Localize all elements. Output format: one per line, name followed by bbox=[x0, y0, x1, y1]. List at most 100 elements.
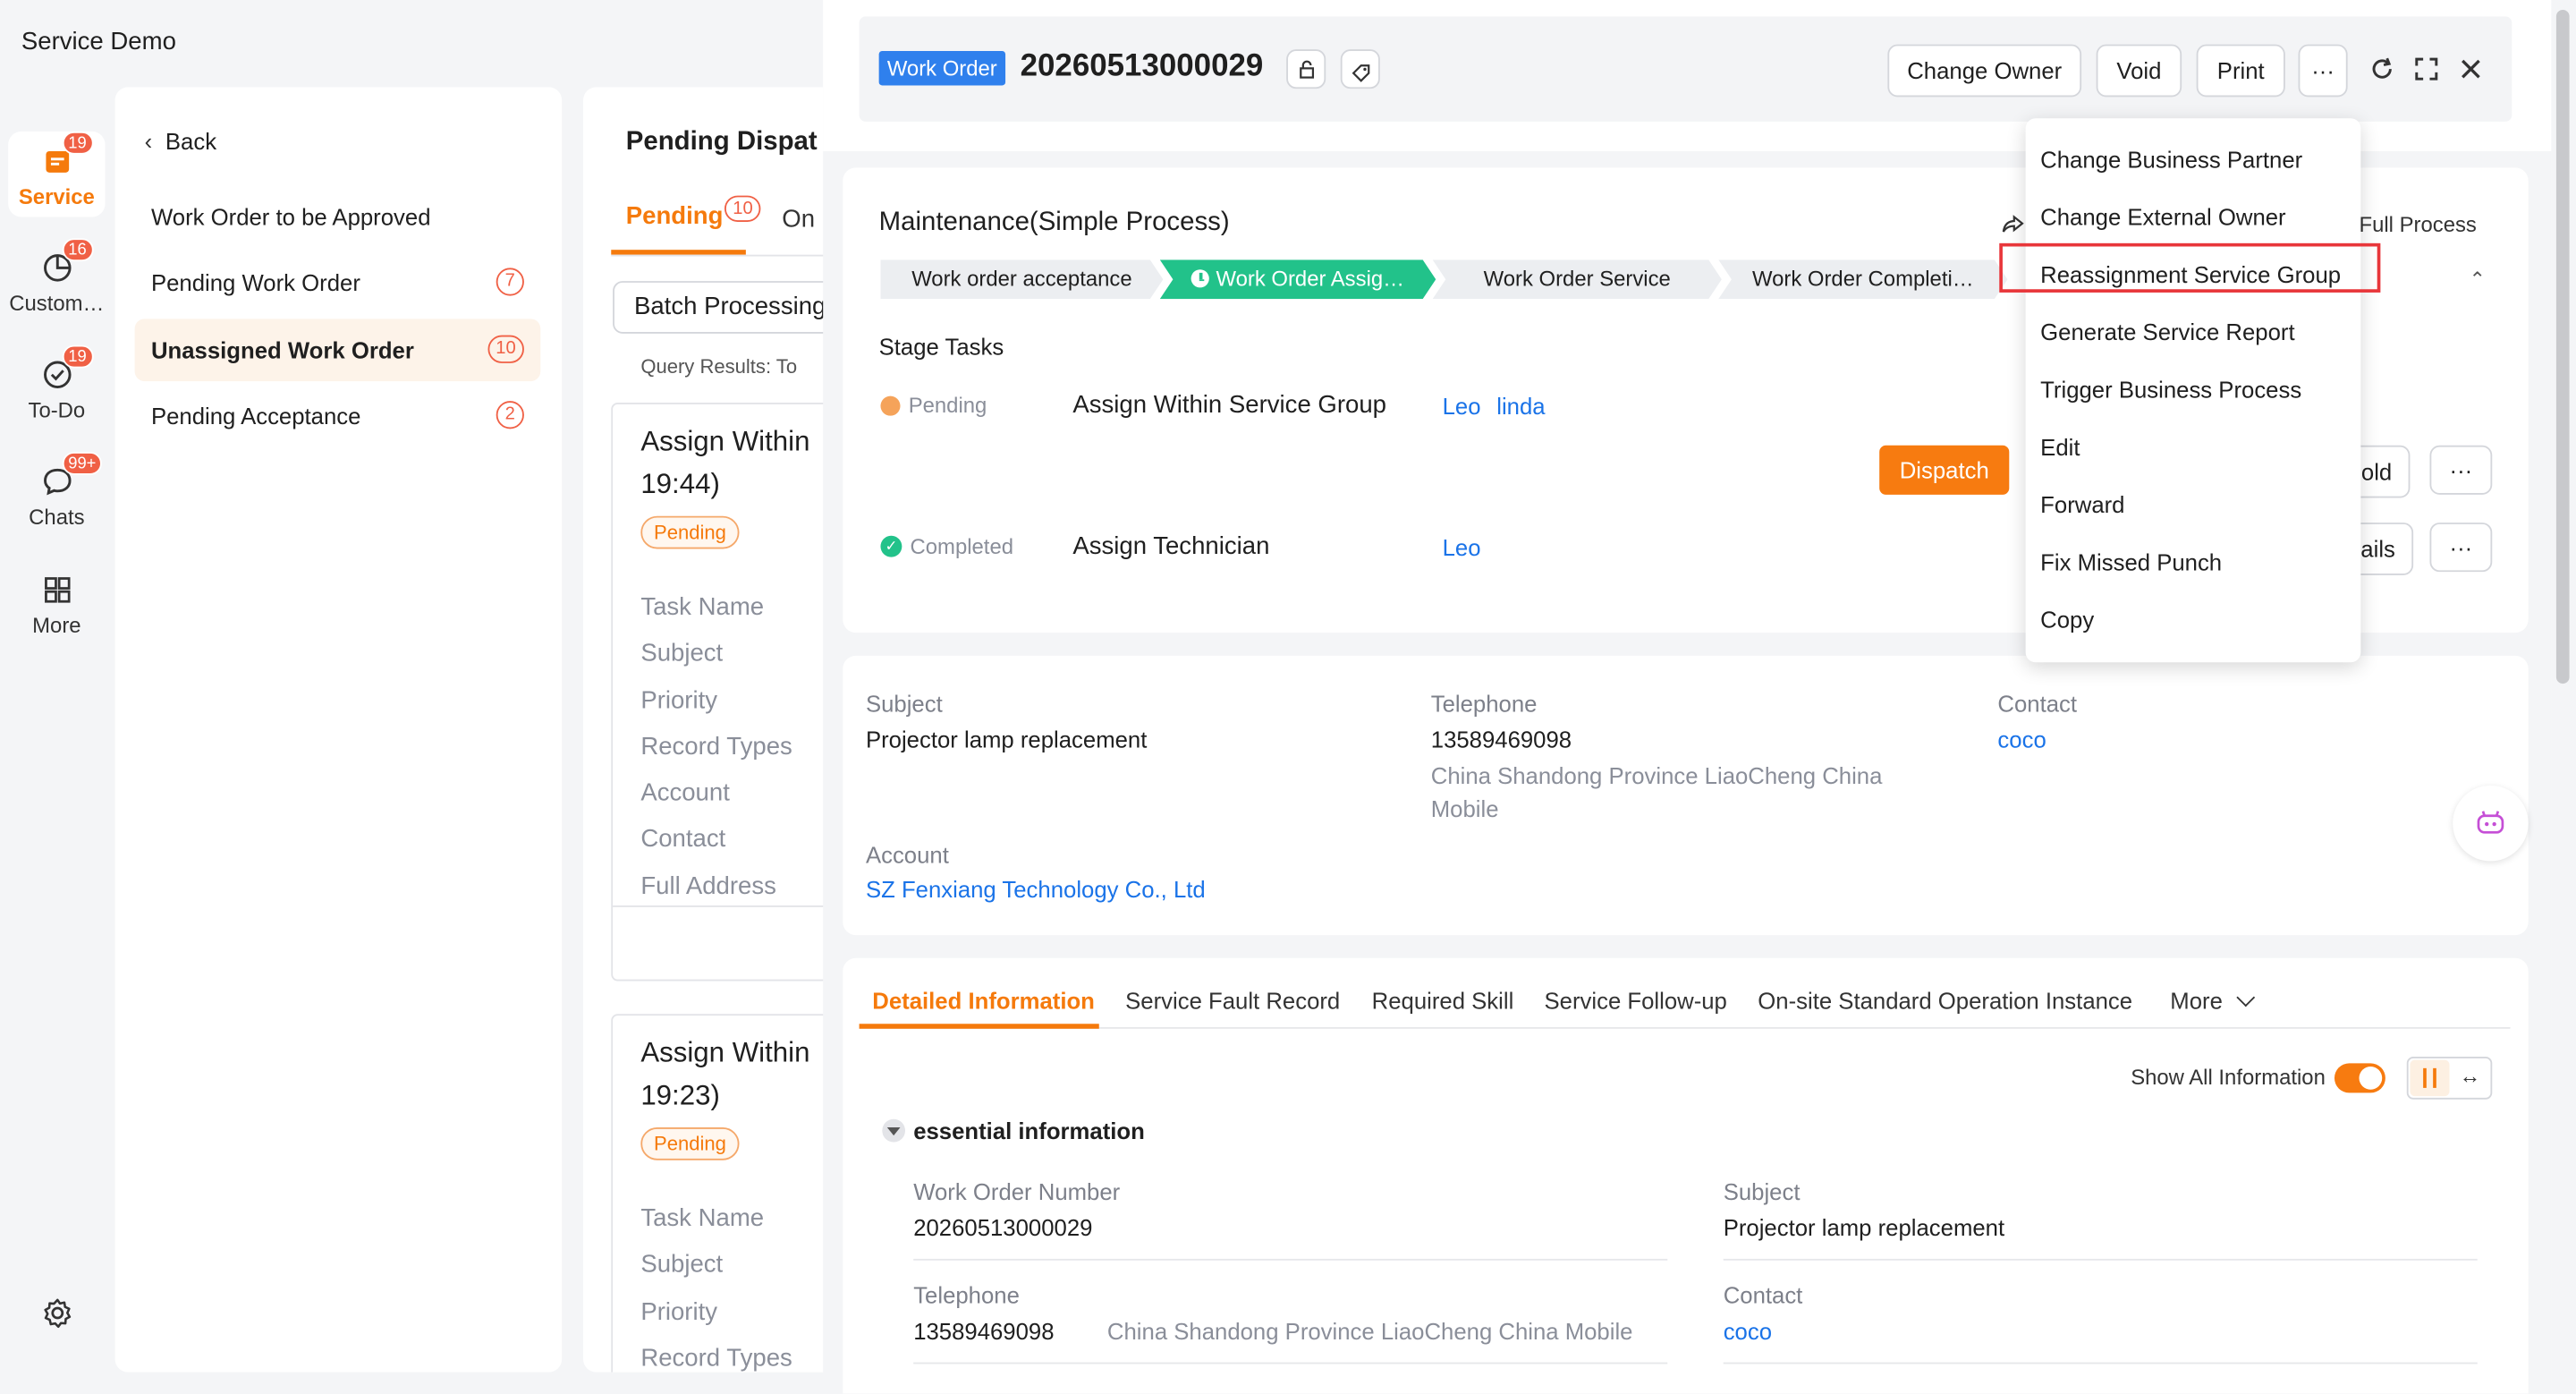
refresh-icon[interactable] bbox=[2369, 55, 2395, 81]
show-all-label: Show All Information bbox=[2131, 1065, 2326, 1090]
tab-pending-label: Pending bbox=[625, 201, 724, 231]
task-more-button[interactable]: ··· bbox=[2429, 523, 2493, 573]
share-icon[interactable] bbox=[2001, 212, 2024, 235]
settings-gear-icon[interactable] bbox=[41, 1296, 74, 1330]
rail-label: Chats bbox=[29, 504, 85, 530]
more-actions-button[interactable]: ··· bbox=[2298, 44, 2348, 98]
task-name: Assign Technician bbox=[1072, 532, 1270, 561]
list-card[interactable]: Assign Within 19:23) Pending Task Name Sub… bbox=[611, 1014, 846, 1373]
stage-tasks-label: Stage Tasks bbox=[878, 333, 1004, 361]
task-user-link[interactable]: linda bbox=[1496, 393, 1545, 419]
tab-other[interactable]: On bbox=[782, 206, 815, 234]
rail-item-custom[interactable]: 16 Custom… bbox=[0, 238, 114, 316]
rail-item-more[interactable]: More bbox=[0, 574, 114, 638]
list-card[interactable]: Assign Within 19:44) Pending Task Name Sub… bbox=[611, 402, 846, 982]
stage-acceptance[interactable]: Work order acceptance bbox=[880, 259, 1163, 299]
work-order-number: 20260513000029 bbox=[1020, 49, 1264, 84]
lock-icon[interactable] bbox=[1286, 49, 1326, 89]
details-tel-value: 13589469098 bbox=[913, 1318, 1055, 1345]
nav-item-pending-acceptance[interactable]: Pending Acceptance 2 bbox=[135, 385, 541, 447]
tab-pending-count: 10 bbox=[724, 195, 761, 222]
tab-active-underline bbox=[859, 1024, 1099, 1029]
show-all-toggle[interactable] bbox=[2334, 1063, 2385, 1093]
tab-service-fault-record[interactable]: Service Fault Record bbox=[1125, 988, 1340, 1014]
batch-processing-button[interactable]: Batch Processing bbox=[613, 281, 846, 334]
status-badge: Pending bbox=[640, 515, 740, 549]
close-icon[interactable] bbox=[2458, 55, 2484, 81]
rail-item-chats[interactable]: 99+ Chats bbox=[0, 452, 114, 530]
change-owner-button[interactable]: Change Owner bbox=[1887, 44, 2082, 98]
card-title: Assign Within 19:44) bbox=[640, 425, 810, 500]
details-subject-label: Subject bbox=[1723, 1177, 1801, 1205]
menu-trigger-business-process[interactable]: Trigger Business Process bbox=[2040, 377, 2301, 403]
nav-item-pending-work-order[interactable]: Pending Work Order 7 bbox=[135, 251, 541, 314]
menu-copy[interactable]: Copy bbox=[2040, 607, 2094, 633]
collapse-section-icon[interactable] bbox=[882, 1118, 906, 1143]
rail-label: More bbox=[32, 613, 81, 638]
full-process-link[interactable]: Full Process bbox=[2360, 212, 2477, 237]
nav-item-label: Unassigned Work Order bbox=[150, 336, 414, 363]
rail-badge: 19 bbox=[61, 344, 94, 369]
stage-assignment[interactable]: Work Order Assig… bbox=[1160, 259, 1436, 299]
tag-icon[interactable] bbox=[1340, 49, 1380, 89]
rail-item-todo[interactable]: 19 To-Do bbox=[0, 344, 114, 422]
layout-switch[interactable]: ↔ bbox=[2406, 1056, 2493, 1100]
tab-detailed-information[interactable]: Detailed Information bbox=[872, 988, 1095, 1014]
nav-panel: ‹ Back Work Order to be Approved Pending… bbox=[114, 87, 563, 1373]
subject-label: Subject bbox=[865, 690, 943, 717]
details-subject-value: Projector lamp replacement bbox=[1723, 1214, 2005, 1241]
menu-change-business-partner[interactable]: Change Business Partner bbox=[2040, 146, 2302, 172]
rail-item-service[interactable]: 19 Service bbox=[0, 131, 114, 208]
task-user-link[interactable]: Leo bbox=[1443, 534, 1481, 560]
clock-icon bbox=[1191, 269, 1209, 287]
stage-service[interactable]: Work Order Service bbox=[1433, 259, 1722, 299]
section-title: essential information bbox=[913, 1117, 1145, 1144]
wo-number-value: 20260513000029 bbox=[913, 1214, 1093, 1241]
check-circle-icon: 19 bbox=[40, 344, 94, 391]
nav-item-count: 7 bbox=[496, 268, 524, 296]
task-status-pending: Pending bbox=[880, 393, 987, 418]
card-title: Assign Within 19:23) bbox=[640, 1036, 810, 1111]
task-more-button[interactable]: ··· bbox=[2429, 445, 2493, 495]
columns-icon bbox=[2410, 1059, 2450, 1097]
collapse-icon[interactable]: ⌃ bbox=[2470, 268, 2486, 291]
nav-item-label: Work Order to be Approved bbox=[150, 203, 431, 231]
tab-onsite-sop-instance[interactable]: On-site Standard Operation Instance bbox=[1758, 988, 2132, 1014]
menu-fix-missed-punch[interactable]: Fix Missed Punch bbox=[2040, 548, 2222, 574]
rail-label: Custom… bbox=[9, 291, 105, 316]
nav-item-label: Pending Acceptance bbox=[150, 402, 361, 429]
tab-more[interactable]: More bbox=[2170, 988, 2255, 1014]
tab-pending[interactable]: Pending 10 bbox=[625, 195, 761, 232]
back-button[interactable]: ‹ Back bbox=[145, 128, 216, 154]
menu-forward[interactable]: Forward bbox=[2040, 491, 2124, 517]
expand-width-icon: ↔ bbox=[2459, 1063, 2481, 1088]
detail-drawer: Work Order 20260513000029 Change Owner V… bbox=[823, 0, 2552, 1394]
tab-service-follow-up[interactable]: Service Follow-up bbox=[1544, 988, 1726, 1014]
contact-link[interactable]: coco bbox=[1997, 727, 2046, 752]
service-icon: 19 bbox=[40, 131, 94, 178]
menu-change-external-owner[interactable]: Change External Owner bbox=[2040, 204, 2285, 230]
scrollbar-thumb[interactable] bbox=[2555, 10, 2570, 684]
chevron-down-icon bbox=[2236, 988, 2255, 1007]
print-button[interactable]: Print bbox=[2196, 44, 2285, 98]
rail-badge: 16 bbox=[61, 238, 94, 262]
chevron-left-icon: ‹ bbox=[144, 128, 153, 155]
details-contact-link[interactable]: coco bbox=[1724, 1318, 1772, 1344]
dispatch-button[interactable]: Dispatch bbox=[1879, 445, 2010, 495]
account-link[interactable]: SZ Fenxiang Technology Co., Ltd bbox=[866, 876, 1206, 902]
tab-required-skill[interactable]: Required Skill bbox=[1372, 988, 1514, 1014]
tabs-divider bbox=[859, 1026, 2511, 1029]
assistant-bot-icon[interactable] bbox=[2453, 785, 2529, 862]
task-user-link[interactable]: Leo bbox=[1443, 393, 1481, 419]
nav-item-to-be-approved[interactable]: Work Order to be Approved bbox=[135, 186, 541, 249]
stage-completion[interactable]: Work Order Completi… bbox=[1718, 259, 2007, 299]
contact-label: Contact bbox=[1997, 690, 2078, 717]
field-divider bbox=[1723, 1362, 2478, 1364]
void-button[interactable]: Void bbox=[2096, 44, 2182, 98]
menu-edit[interactable]: Edit bbox=[2040, 434, 2080, 460]
nav-item-label: Pending Work Order bbox=[150, 269, 360, 296]
nav-item-unassigned-work-order[interactable]: Unassigned Work Order 10 bbox=[134, 319, 541, 382]
task-name: Assign Within Service Group bbox=[1072, 391, 1387, 420]
fullscreen-icon[interactable] bbox=[2413, 55, 2439, 81]
menu-generate-service-report[interactable]: Generate Service Report bbox=[2040, 319, 2294, 344]
